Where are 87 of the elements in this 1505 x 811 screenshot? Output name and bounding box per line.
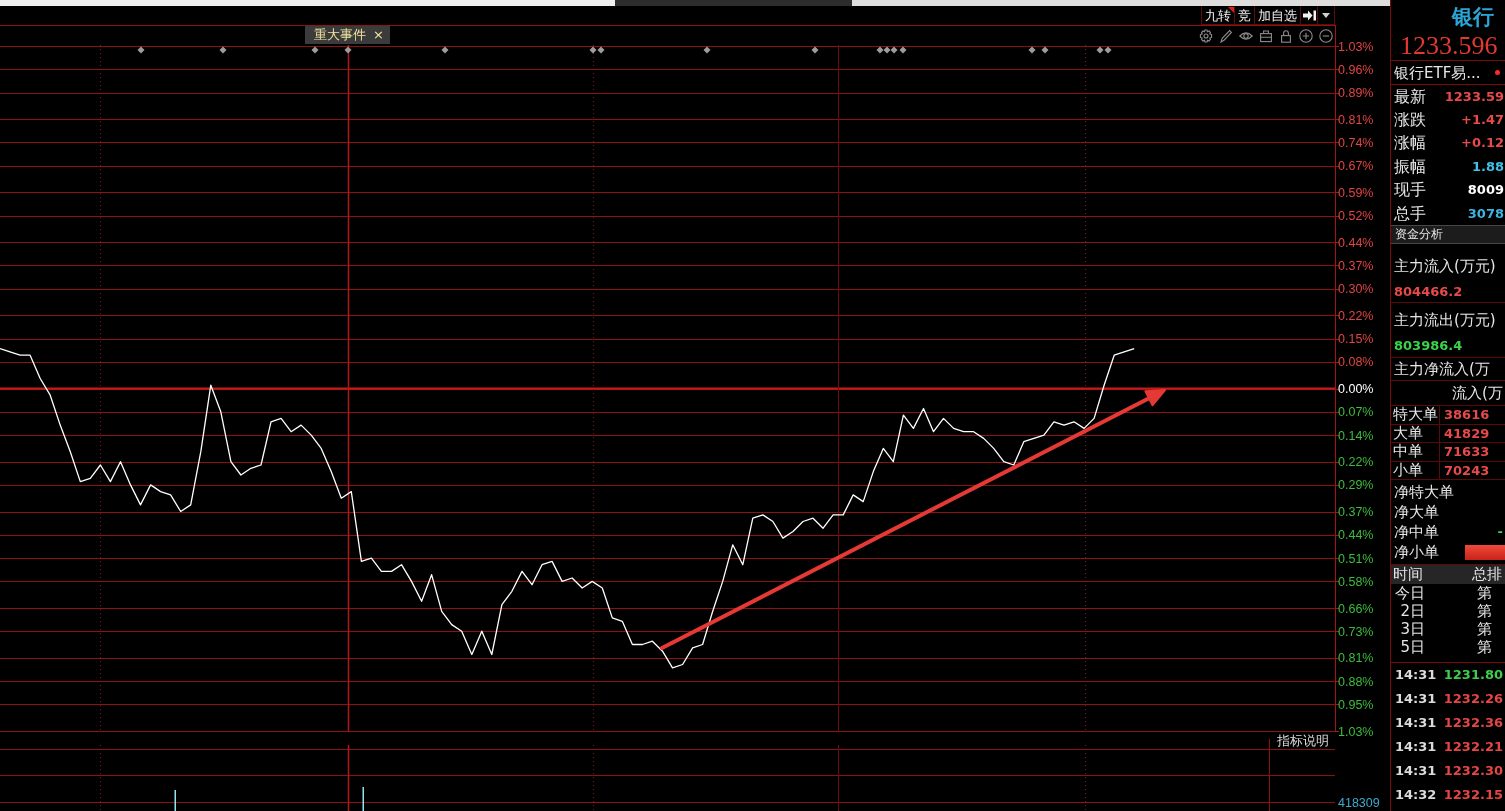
- table-cell-text: 38616: [1443, 406, 1490, 424]
- axis-label: 0.74%: [1338, 135, 1374, 150]
- axis-label: 0.29%: [1338, 478, 1374, 493]
- axis-label: 0.73%: [1338, 624, 1374, 639]
- trade-time: 14:31: [1395, 691, 1437, 708]
- table-cell-text: 71633: [1443, 443, 1490, 461]
- rank-value: 第: [1477, 620, 1492, 639]
- quote-label: 振幅: [1394, 156, 1426, 177]
- security-name: 银行: [1450, 4, 1495, 31]
- axis-label: 418309: [1338, 796, 1380, 810]
- net-flow-label: 净大单: [1393, 502, 1439, 523]
- axis-label: 0.37%: [1338, 505, 1374, 519]
- axis-label: 0.51%: [1338, 551, 1374, 566]
- trade-price: 1232.30: [1443, 763, 1503, 780]
- rank-value: 第: [1477, 602, 1492, 621]
- table-cell: 中单: [1391, 443, 1440, 461]
- axis-label: 1.03%: [1338, 39, 1374, 54]
- axis-label: 0.81%: [1338, 651, 1374, 666]
- table-cell: 小单: [1391, 461, 1440, 480]
- trade-time: 14:31: [1395, 715, 1437, 732]
- quote-value: 1.88: [1471, 158, 1504, 175]
- quote-value: 1233.59: [1444, 88, 1504, 105]
- quote-value: +1.47: [1461, 112, 1504, 129]
- rank-value: 第: [1477, 638, 1492, 657]
- axis-label: 1.03%: [1338, 724, 1374, 739]
- trade-price: 1232.26: [1443, 691, 1503, 708]
- axis-label: 0.37%: [1338, 259, 1374, 273]
- flow-value: 804466.2: [1394, 284, 1463, 301]
- last-price: 1233.596: [1391, 32, 1505, 61]
- quote-value: 8009: [1467, 182, 1504, 199]
- quote-value: 3078: [1467, 205, 1504, 222]
- flow-label: 主力流出(万元): [1394, 310, 1496, 331]
- axis-label: 0.96%: [1338, 62, 1374, 77]
- rank-period: 今日: [1394, 584, 1425, 603]
- axis-label: 0.67%: [1338, 159, 1374, 174]
- rank-period: 5日: [1399, 638, 1425, 657]
- quote-label: 总手: [1394, 203, 1426, 224]
- trade-time: 14:31: [1395, 667, 1437, 684]
- axis-label: 0.22%: [1338, 455, 1374, 470]
- axis-label: 0.52%: [1338, 209, 1374, 224]
- axis-label: 0.89%: [1338, 86, 1374, 101]
- axis-label: 0.14%: [1338, 428, 1374, 443]
- section-header: 资金分析: [1391, 225, 1505, 245]
- trade-price: 1232.21: [1443, 739, 1503, 756]
- trade-time: 14:31: [1395, 763, 1437, 780]
- axis-label: 0.15%: [1338, 332, 1374, 347]
- axis-label: 0.44%: [1338, 528, 1374, 543]
- quote-label: 涨跌: [1394, 110, 1426, 131]
- trade-time: 14:31: [1395, 739, 1437, 756]
- trade-price: 1232.15: [1443, 787, 1503, 804]
- flow-label: 主力流入(万元): [1394, 256, 1496, 277]
- column-header: 流入(万: [1391, 381, 1505, 407]
- rank-value: 第: [1477, 584, 1492, 603]
- axis-label: 0.88%: [1338, 674, 1374, 689]
- trade-time: 14:32: [1395, 787, 1437, 804]
- net-flow-label: 净中单: [1393, 522, 1439, 543]
- axis-label: 0.58%: [1338, 574, 1374, 589]
- column-header: 总排: [1472, 565, 1502, 585]
- event-tag-label: 重大事件: [314, 26, 366, 44]
- table-cell: 特大单: [1391, 406, 1440, 424]
- axis-label: 0.22%: [1338, 308, 1374, 323]
- axis-label: 0.08%: [1338, 355, 1374, 370]
- table-cell-text: 41829: [1443, 424, 1490, 443]
- axis-label: 0.59%: [1338, 185, 1374, 200]
- axis-label: 0.00%: [1338, 382, 1374, 396]
- quote-value: +0.12: [1461, 135, 1504, 152]
- rank-period: 2日: [1399, 602, 1425, 621]
- rank-period: 3日: [1399, 620, 1425, 639]
- net-flow-label: 净小单: [1393, 542, 1439, 563]
- table-cell: 大单: [1391, 424, 1440, 443]
- column-header: 时间: [1392, 565, 1424, 585]
- axis-label: 0.66%: [1338, 601, 1374, 616]
- net-flow-value: -: [1497, 524, 1504, 541]
- axis-label: 0.95%: [1338, 697, 1374, 712]
- trade-price: 1231.80: [1443, 667, 1503, 684]
- flow-label: 主力净流入(万: [1391, 358, 1505, 382]
- trade-price: 1232.36: [1443, 715, 1503, 732]
- table-cell-text: 70243: [1443, 461, 1490, 480]
- net-flow-label: 净特大单: [1393, 482, 1454, 503]
- axis-label: 0.07%: [1338, 405, 1374, 420]
- flow-value: 803986.4: [1394, 338, 1463, 355]
- quote-label: 涨幅: [1394, 133, 1426, 154]
- axis-label: 0.30%: [1338, 282, 1374, 297]
- axis-label: 0.44%: [1338, 235, 1374, 250]
- axis-label: 0.81%: [1338, 112, 1374, 127]
- quote-label: 现手: [1394, 180, 1426, 201]
- quote-label: 最新: [1394, 86, 1426, 107]
